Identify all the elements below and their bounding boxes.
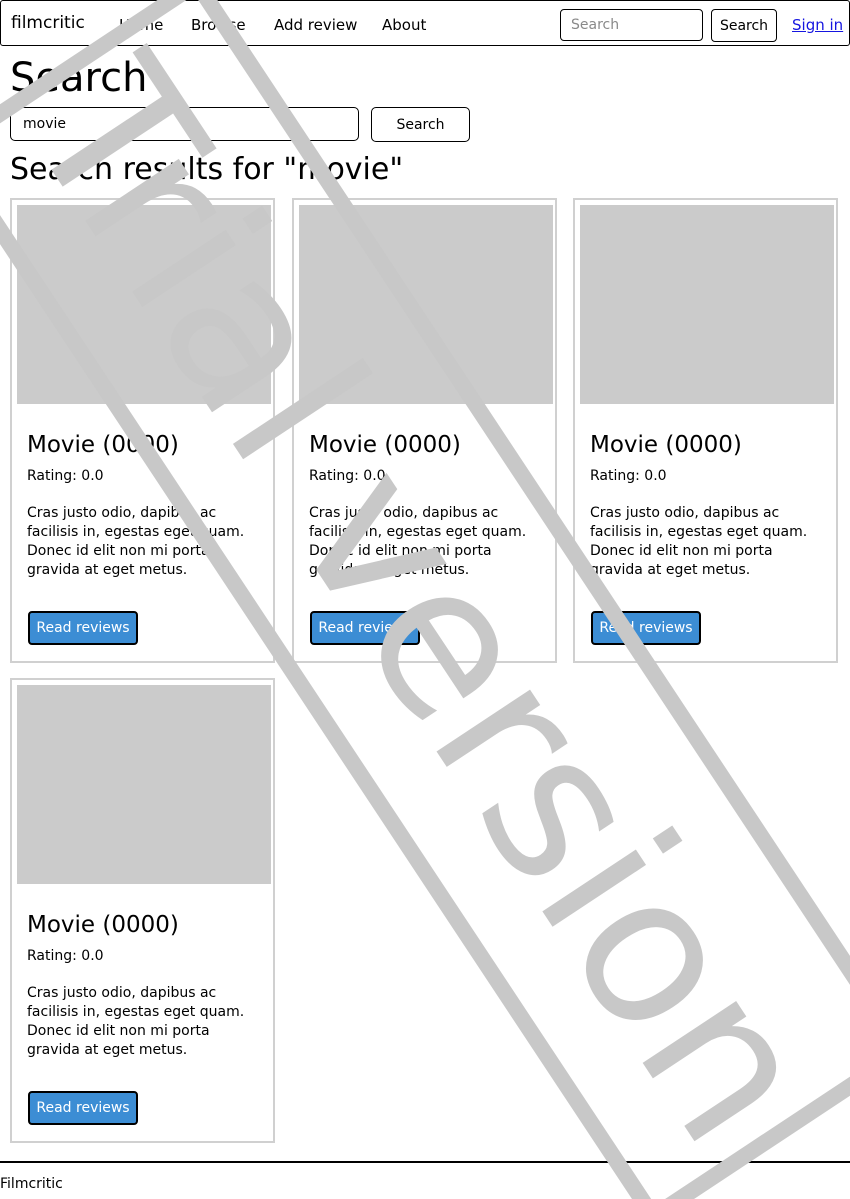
footer-divider (0, 1161, 850, 1163)
read-reviews-button[interactable]: Read reviews (310, 611, 420, 645)
movie-description: Cras justo odio, dapibus ac facilisis in… (590, 505, 808, 578)
nav-link-browse[interactable]: Browse (191, 16, 246, 34)
movie-title: Movie (0000) (27, 432, 179, 458)
navbar-search-input[interactable] (560, 9, 703, 41)
movie-card: Movie (0000) Rating: 0.0 Cras justo odio… (10, 198, 275, 663)
movie-rating: Rating: 0.0 (590, 468, 667, 484)
movie-card: Movie (0000) Rating: 0.0 Cras justo odio… (573, 198, 838, 663)
movie-description: Cras justo odio, dapibus ac facilisis in… (27, 505, 245, 578)
movie-card: Movie (0000) Rating: 0.0 Cras justo odio… (292, 198, 557, 663)
movie-rating: Rating: 0.0 (309, 468, 386, 484)
search-input[interactable] (10, 107, 359, 141)
read-reviews-button[interactable]: Read reviews (28, 1091, 138, 1125)
movie-description: Cras justo odio, dapibus ac facilisis in… (27, 985, 245, 1058)
nav-link-home[interactable]: Home (119, 16, 163, 34)
movie-poster-placeholder (580, 205, 834, 404)
movie-title: Movie (0000) (309, 432, 461, 458)
movie-rating: Rating: 0.0 (27, 948, 104, 964)
page-title: Search (10, 55, 148, 101)
movie-rating: Rating: 0.0 (27, 468, 104, 484)
read-reviews-button[interactable]: Read reviews (591, 611, 701, 645)
results-heading: Search results for "movie" (10, 152, 404, 187)
navbar-search-button[interactable]: Search (711, 9, 777, 42)
movie-poster-placeholder (17, 205, 271, 404)
top-navbar: filmcritic Home Browse Add review About … (0, 0, 850, 46)
nav-link-add-review[interactable]: Add review (274, 16, 357, 34)
movie-description: Cras justo odio, dapibus ac facilisis in… (309, 505, 527, 578)
brand-logo[interactable]: filmcritic (11, 13, 85, 33)
movie-title: Movie (0000) (590, 432, 742, 458)
sign-in-link[interactable]: Sign in (792, 16, 843, 34)
footer-text: Filmcritic (0, 1176, 63, 1192)
read-reviews-button[interactable]: Read reviews (28, 611, 138, 645)
search-button[interactable]: Search (371, 107, 470, 142)
movie-card: Movie (0000) Rating: 0.0 Cras justo odio… (10, 678, 275, 1143)
movie-poster-placeholder (299, 205, 553, 404)
nav-link-about[interactable]: About (382, 16, 426, 34)
movie-poster-placeholder (17, 685, 271, 884)
movie-title: Movie (0000) (27, 912, 179, 938)
